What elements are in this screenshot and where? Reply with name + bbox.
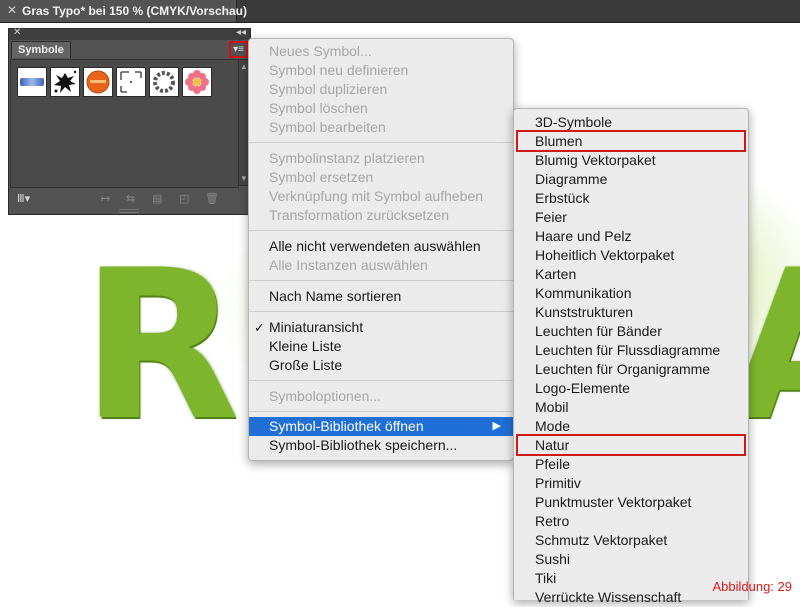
menu-separator (249, 411, 513, 412)
close-icon[interactable]: ✕ (13, 27, 21, 38)
menu-item-duplicate-symbol: Symbol duplizieren (269, 81, 388, 97)
checkmark-icon: ✓ (254, 320, 265, 335)
submenu-item-celebration[interactable]: Feier (514, 208, 748, 227)
submenu-item-sushi[interactable]: Sushi (514, 550, 748, 569)
menu-item-open-symbol-library[interactable]: Symbol-Bibliothek öffnen ▶ (249, 417, 513, 436)
symbol-thumbnail[interactable] (149, 67, 179, 97)
symbol-thumbnail[interactable] (116, 67, 146, 97)
menu-item-thumbnail-view[interactable]: ✓ Miniaturansicht (249, 318, 513, 337)
symbol-thumbnail[interactable] (50, 67, 80, 97)
chain-ring-icon (153, 71, 175, 93)
symbol-library-submenu: 3D-Symbole Blumen Blumig Vektorpaket Dia… (513, 108, 749, 605)
symbol-thumbnail[interactable] (182, 67, 212, 97)
submenu-item-charts[interactable]: Diagramme (514, 170, 748, 189)
menu-separator (249, 311, 513, 312)
grass-letter-r: R (82, 228, 240, 466)
menu-item-small-list[interactable]: Kleine Liste (249, 337, 513, 356)
new-symbol-icon[interactable]: ◰ (179, 192, 189, 205)
menu-item-large-list[interactable]: Große Liste (249, 356, 513, 375)
break-link-icon[interactable]: ⇆ (126, 192, 135, 205)
panel-menu-button[interactable]: ▾≡ (229, 41, 248, 58)
menu-separator (249, 280, 513, 281)
close-icon[interactable]: ✕ (7, 3, 17, 17)
submenu-arrow-icon: ▶ (492, 420, 501, 432)
submenu-item-retro[interactable]: Retro (514, 512, 748, 531)
blue-bar-icon (20, 78, 44, 86)
submenu-item-heirloom[interactable]: Erbstück (514, 189, 748, 208)
menu-item-replace-symbol: Symbol ersetzen (269, 169, 374, 185)
submenu-item-logo-elements[interactable]: Logo-Elemente (514, 379, 748, 398)
submenu-item-maps[interactable]: Karten (514, 265, 748, 284)
panel-header: ✕ ◂◂ (9, 27, 250, 40)
ink-splat-icon (54, 70, 77, 93)
place-symbol-instance-icon[interactable]: ↦ (101, 192, 110, 205)
submenu-item-primitive[interactable]: Primitiv (514, 474, 748, 493)
symbol-grid (10, 59, 239, 188)
submenu-item-communication[interactable]: Kommunikation (514, 284, 748, 303)
menu-item-select-all-instances: Alle Instanzen auswählen (269, 257, 428, 273)
panel-footer: Ⅲ▾ ↦ ⇆ ▤ ◰ 🗑 (9, 187, 250, 213)
symbol-options-icon[interactable]: ▤ (152, 192, 162, 205)
submenu-item-dot-pattern-vector-pack[interactable]: Punktmuster Vektorpaket (514, 493, 748, 512)
submenu-item-art-textures[interactable]: Kunststrukturen (514, 303, 748, 322)
flower-icon (185, 70, 209, 94)
orange-button-icon (86, 70, 110, 94)
menu-item-reset-transform: Transformation zurücksetzen (269, 207, 449, 223)
submenu-item-hair-and-fur[interactable]: Haare und Pelz (514, 227, 748, 246)
menu-item-delete-symbol: Symbol löschen (269, 100, 368, 116)
corner-frame-icon (120, 71, 142, 93)
document-tab[interactable]: ✕ Gras Typo* bei 150 % (CMYK/Vorschau) (0, 0, 247, 22)
symbol-thumbnail[interactable] (83, 67, 113, 97)
submenu-item-regal-vector-pack[interactable]: Hoheitlich Vektorpaket (514, 246, 748, 265)
menu-item-save-symbol-library[interactable]: Symbol-Bibliothek speichern... (249, 436, 513, 455)
menu-item-break-link: Verknüpfung mit Symbol aufheben (269, 188, 484, 204)
menu-item-new-symbol: Neues Symbol... (269, 43, 372, 59)
menu-item-symbol-options: Symboloptionen... (269, 388, 382, 404)
submenu-item-flowchart-glows[interactable]: Leuchten für Flussdiagramme (514, 341, 748, 360)
symbol-thumbnail[interactable] (17, 67, 47, 97)
menu-item-edit-symbol: Symbol bearbeiten (269, 119, 386, 135)
annotation-box-blumen (516, 130, 746, 152)
scroll-down-icon[interactable]: ▼ (240, 174, 248, 183)
menu-item-place-instance: Symbolinstanz platzieren (269, 150, 425, 166)
submenu-item-arrows[interactable]: Pfeile (514, 455, 748, 474)
submenu-item-org-chart-glows[interactable]: Leuchten für Organigramme (514, 360, 748, 379)
resize-grip[interactable] (119, 209, 139, 213)
symbols-panel: ✕ ◂◂ Symbole ▾≡ ▲ ▼ Ⅲ▾ ↦ ⇆ ▤ ◰ 🗑 (8, 27, 251, 215)
document-tab-bar: ✕ Gras Typo* bei 150 % (CMYK/Vorschau) (0, 0, 800, 23)
submenu-item-mobile[interactable]: Mobil (514, 398, 748, 417)
submenu-item-floral-vector-pack[interactable]: Blumig Vektorpaket (514, 151, 748, 170)
document-title: Gras Typo* bei 150 % (CMYK/Vorschau) (22, 4, 247, 18)
menu-separator (249, 230, 513, 231)
menu-separator (249, 142, 513, 143)
symbol-libraries-menu-icon[interactable]: Ⅲ▾ (17, 192, 30, 205)
panel-tab-symbols[interactable]: Symbole (11, 41, 71, 58)
trash-icon[interactable]: 🗑 (205, 192, 219, 205)
symbols-panel-menu: Neues Symbol... Symbol neu definieren Sy… (248, 38, 514, 461)
menu-item-redefine-symbol: Symbol neu definieren (269, 62, 409, 78)
annotation-box-natur (516, 434, 746, 456)
scroll-up-icon[interactable]: ▲ (240, 62, 248, 71)
menu-item-label: Symbol-Bibliothek öffnen (269, 418, 424, 434)
menu-item-label: Miniaturansicht (269, 319, 364, 335)
collapse-icon[interactable]: ◂◂ (236, 27, 246, 38)
menu-separator (249, 380, 513, 381)
menu-item-select-unused[interactable]: Alle nicht verwendeten auswählen (249, 237, 513, 256)
submenu-item-web-buttons[interactable]: Leuchten für Bänder (514, 322, 748, 341)
menu-item-sort-by-name[interactable]: Nach Name sortieren (249, 287, 513, 306)
submenu-item-grime-vector-pack[interactable]: Schmutz Vektorpaket (514, 531, 748, 550)
figure-caption: Abbildung: 29 (712, 579, 792, 594)
